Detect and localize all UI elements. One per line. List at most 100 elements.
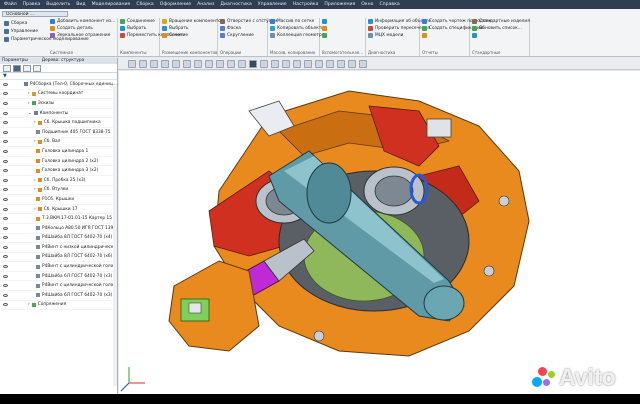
view-toolbar-button-17[interactable]: [315, 59, 323, 68]
visibility-eye-icon[interactable]: [3, 226, 8, 230]
expand-chevron-icon[interactable]: ›: [28, 302, 30, 307]
tree-row[interactable]: › Сб. Пробка 25 (x3): [0, 176, 117, 186]
document-tab[interactable]: Основной ...: [2, 11, 68, 17]
tree-row[interactable]: Р4Шайба 8Л ГОСТ 6402-70 (x4): [0, 234, 117, 244]
tree-row[interactable]: Р4Шайба 6Л ГОСТ 6402-70 (x3): [0, 291, 117, 301]
tree-row[interactable]: › Сб. Крышки 17: [0, 205, 117, 215]
visibility-eye-icon[interactable]: [3, 217, 8, 221]
panel-title-tree[interactable]: Дерево: структура: [42, 58, 84, 64]
visibility-eye-icon[interactable]: [3, 274, 8, 278]
visibility-eye-icon[interactable]: [3, 188, 8, 192]
ribbon-button-1-1[interactable]: Выбрать: [118, 25, 159, 32]
tree-view-tab-1[interactable]: [3, 64, 11, 72]
tree-row[interactable]: Т.3.ВКМ.17-01.01-15 Картер 15: [0, 214, 117, 224]
filter-icon[interactable]: ▼: [0, 73, 117, 80]
ribbon-button-4-2[interactable]: Коллекция геометрии: [268, 32, 327, 39]
expand-chevron-icon[interactable]: ›: [34, 120, 36, 125]
view-toolbar-button-3[interactable]: [161, 59, 169, 68]
ribbon-button-4-1[interactable]: Копировать объекты: [268, 25, 325, 32]
view-toolbar-button-1[interactable]: [139, 59, 147, 68]
menu-item-11[interactable]: Приложения: [324, 2, 355, 7]
visibility-eye-icon[interactable]: [3, 111, 8, 115]
view-toolbar-button-20[interactable]: [348, 59, 356, 68]
menu-item-12[interactable]: Окно: [361, 2, 373, 7]
visibility-eye-icon[interactable]: [3, 236, 8, 240]
ribbon-button-2-1[interactable]: Выбрать: [160, 25, 217, 32]
view-toolbar-button-8[interactable]: [216, 59, 224, 68]
tree-row[interactable]: Р4Шайба 8Л ГОСТ 6402-70 (x6): [0, 253, 117, 263]
ribbon-button-8-1[interactable]: Обновить список...: [470, 25, 529, 32]
menu-item-10[interactable]: Настройка: [293, 2, 319, 7]
view-toolbar-button-9[interactable]: [227, 59, 235, 68]
visibility-eye-icon[interactable]: [3, 255, 8, 259]
3d-viewport[interactable]: [119, 71, 640, 394]
tree-row[interactable]: Р4Винт с низкой цилиндрической...: [0, 243, 117, 253]
ribbon-button-7-0[interactable]: Создать чертеж по модели: [420, 18, 491, 25]
visibility-eye-icon[interactable]: [3, 245, 8, 249]
tree-row[interactable]: Р4Винт с цилиндрической голо...: [0, 281, 117, 292]
tree-row[interactable]: Р4Сборка (Тел-0, Сборочных единиц...: [0, 80, 117, 90]
menu-item-9[interactable]: Управление: [258, 2, 287, 7]
ribbon-button-1-2[interactable]: Переместить компонент: [118, 32, 183, 39]
ribbon-button-2-2[interactable]: Сечение: [160, 32, 217, 39]
tree-row[interactable]: Р1Сб. Крышки: [0, 195, 117, 205]
tree-row[interactable]: › Сопряжения: [0, 301, 117, 311]
tree-row[interactable]: Р4Шайба 6Л ГОСТ 6402-70 (x3): [0, 272, 117, 282]
tree-view-tab-4[interactable]: [33, 64, 41, 72]
view-toolbar-button-10[interactable]: [238, 59, 246, 68]
visibility-eye-icon[interactable]: [3, 178, 8, 182]
visibility-eye-icon[interactable]: [3, 169, 8, 173]
ribbon-button-8-0[interactable]: Стандартные изделия: [470, 18, 530, 25]
view-toolbar-button-18[interactable]: [326, 59, 334, 68]
view-toolbar-button-21[interactable]: [359, 59, 367, 68]
ribbon-button-5-1[interactable]: [320, 25, 365, 32]
view-toolbar-button-5[interactable]: [183, 59, 191, 68]
visibility-eye-icon[interactable]: [3, 130, 8, 134]
menu-item-0[interactable]: Файл: [4, 2, 17, 7]
ribbon-left-button-0[interactable]: Сборка: [2, 19, 46, 27]
ribbon-button-7-2[interactable]: [420, 32, 469, 39]
menu-item-2[interactable]: Выделить: [46, 2, 70, 7]
tree-row[interactable]: › Сб. Вал: [0, 138, 117, 148]
ribbon-left-button-1[interactable]: Управление: [2, 27, 46, 35]
ribbon-button-2-0[interactable]: Вращение компонентов: [160, 18, 223, 25]
view-toolbar-button-2[interactable]: [150, 59, 158, 68]
expand-chevron-icon[interactable]: ›: [34, 187, 36, 192]
view-toolbar-button-14[interactable]: [282, 59, 290, 68]
menu-item-13[interactable]: Справка: [379, 2, 399, 7]
view-toolbar-button-16[interactable]: [304, 59, 312, 68]
tree-row[interactable]: Р4Винт с цилиндрической голо...: [0, 262, 117, 272]
ribbon-button-6-0[interactable]: Информация об объекте: [366, 18, 431, 25]
visibility-eye-icon[interactable]: [3, 149, 8, 153]
ribbon-button-1-0[interactable]: Соединение: [118, 18, 159, 25]
ribbon-button-6-2[interactable]: МЦХ модели: [366, 32, 419, 39]
ribbon-button-8-2[interactable]: [470, 32, 529, 39]
tree-view-tab-3[interactable]: [23, 64, 31, 72]
visibility-eye-icon[interactable]: [3, 92, 8, 96]
visibility-eye-icon[interactable]: [3, 303, 8, 307]
ribbon-button-3-2[interactable]: Скругление: [218, 32, 267, 39]
expand-chevron-icon[interactable]: ›: [34, 207, 36, 212]
visibility-eye-icon[interactable]: [3, 197, 8, 201]
ribbon-button-0-2[interactable]: Зеркальное отражение: [48, 32, 117, 39]
menu-item-3[interactable]: Вид: [76, 2, 85, 7]
menu-item-7[interactable]: Анализ: [197, 2, 214, 7]
tree-row[interactable]: Подшипник 405 ГОСТ 8338-75: [0, 128, 117, 138]
tree-row[interactable]: Р4Кольцо А80.50 ИГЯ ГОСТ 13941: [0, 224, 117, 234]
view-toolbar-button-0[interactable]: [128, 59, 136, 68]
menu-item-1[interactable]: Правка: [23, 2, 40, 7]
tree-row[interactable]: ⌄ Компоненты: [0, 109, 117, 119]
tree-row[interactable]: › Эскизы: [0, 99, 117, 109]
tree-row[interactable]: Головка цилиндра 3 (x2): [0, 166, 117, 176]
visibility-eye-icon[interactable]: [3, 293, 8, 297]
expand-chevron-icon[interactable]: ›: [34, 139, 36, 144]
menu-item-8[interactable]: Диагностика: [220, 2, 251, 7]
visibility-eye-icon[interactable]: [3, 140, 8, 144]
ribbon-left-button-2[interactable]: Параметрическое моделирование: [2, 35, 89, 43]
visibility-eye-icon[interactable]: [3, 121, 8, 125]
visibility-eye-icon[interactable]: [3, 284, 8, 288]
tree-row[interactable]: Головка цилиндра 2 (x2): [0, 157, 117, 167]
expand-chevron-icon[interactable]: ›: [28, 91, 30, 96]
view-toolbar-button-13[interactable]: [271, 59, 279, 68]
tree-row[interactable]: › Системы координат: [0, 90, 117, 100]
